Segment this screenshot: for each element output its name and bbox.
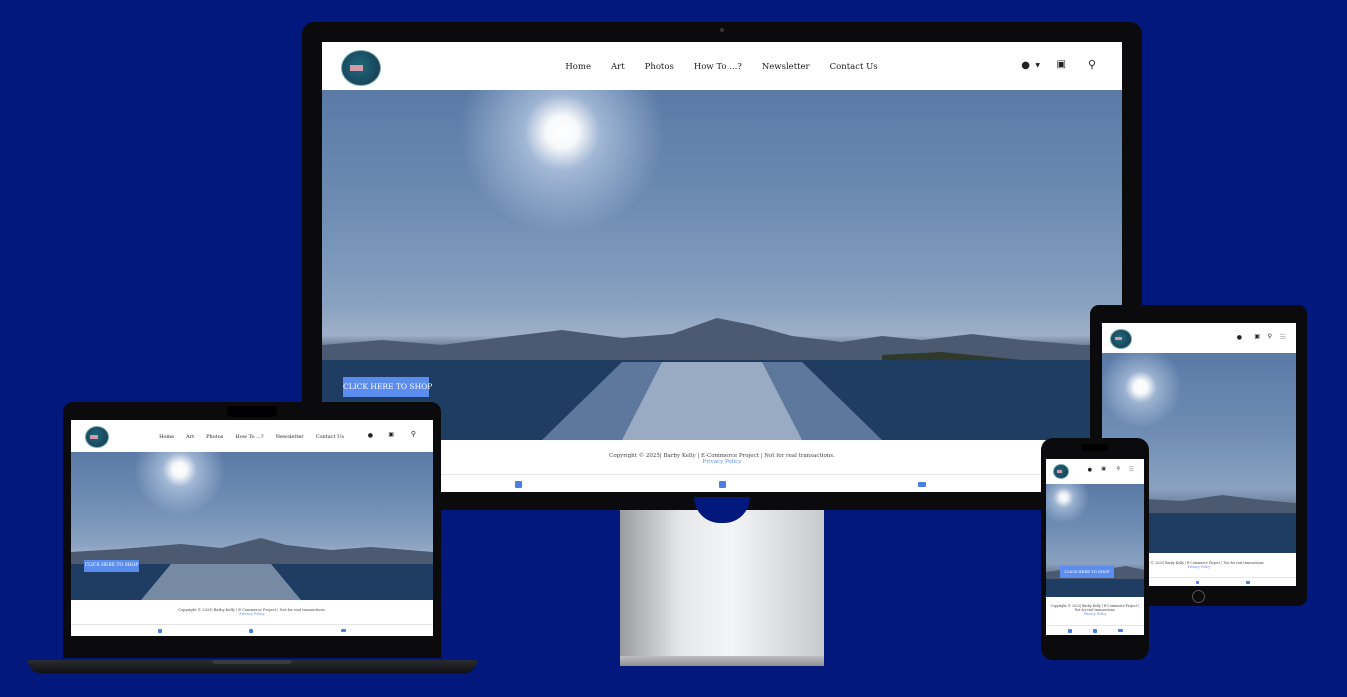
youtube-icon[interactable]	[918, 482, 926, 487]
phone-x-icon[interactable]	[1093, 629, 1097, 633]
phone-footer: Copyright © 2025| Barby Kelly | E-Commer…	[1046, 597, 1144, 625]
laptop-nav-art[interactable]: Art	[186, 434, 194, 440]
phone-navbar: ● ▣ ⚲ ☰	[1048, 460, 1142, 484]
laptop-screen: Home Art Photos How To ...? Newsletter C…	[71, 420, 433, 636]
tablet-menu-icon[interactable]: ☰	[1280, 333, 1286, 341]
facebook-icon[interactable]	[515, 481, 522, 488]
laptop-shop-button[interactable]: CLICK HERE TO SHOP	[84, 560, 139, 572]
nav-photos[interactable]: Photos	[645, 62, 674, 72]
tablet-home-button[interactable]	[1192, 590, 1205, 603]
monitor-base	[620, 656, 824, 666]
navbar: Home Art Photos How To ...? Newsletter C…	[327, 44, 1116, 90]
privacy-link[interactable]: Privacy Policy	[322, 459, 1122, 465]
phone-copyright: Copyright © 2025| Barby Kelly | E-Commer…	[1050, 604, 1140, 613]
camera	[720, 28, 724, 32]
tablet-user-icon[interactable]: ●	[1237, 334, 1242, 341]
laptop-user-icon[interactable]: ●	[368, 432, 373, 439]
x-icon[interactable]	[719, 481, 726, 488]
phone-menu-icon[interactable]: ☰	[1129, 466, 1134, 473]
tablet-navbar: ● ▣ ⚲ ☰	[1104, 325, 1294, 353]
social-row	[322, 474, 1122, 492]
laptop-nav-newsletter[interactable]: Newsletter	[276, 434, 304, 440]
phone-facebook-icon[interactable]	[1068, 629, 1072, 633]
phone-logo[interactable]	[1053, 464, 1069, 479]
phone: ● ▣ ⚲ ☰ CLICK HERE TO SHOP Copyright © 2…	[1041, 438, 1149, 660]
laptop-mountains	[71, 538, 433, 600]
user-icon[interactable]: ●	[1021, 60, 1030, 71]
caret-down-icon[interactable]: ▼	[1035, 62, 1040, 69]
nav-links: Home Art Photos How To ...? Newsletter C…	[327, 62, 1116, 72]
tablet-cart-icon[interactable]: ▣	[1254, 333, 1260, 340]
laptop-navbar: Home Art Photos How To ...? Newsletter C…	[75, 422, 428, 452]
laptop-logo[interactable]	[85, 426, 109, 448]
shop-button[interactable]: CLICK HERE TO SHOP	[343, 377, 432, 397]
laptop-privacy-link[interactable]: Privacy Policy	[71, 612, 433, 616]
nav-newsletter[interactable]: Newsletter	[762, 62, 810, 72]
monitor-stand	[620, 510, 824, 656]
phone-youtube-icon[interactable]	[1118, 629, 1123, 632]
phone-social-row	[1046, 625, 1144, 635]
laptop-nav-photos[interactable]: Photos	[206, 434, 223, 440]
laptop-nav-how-to[interactable]: How To ...?	[235, 434, 263, 440]
phone-hero: CLICK HERE TO SHOP	[1046, 484, 1144, 597]
laptop-x-icon[interactable]	[249, 629, 253, 633]
phone-screen: ● ▣ ⚲ ☰ CLICK HERE TO SHOP Copyright © 2…	[1046, 459, 1144, 635]
hero-image: CLICK HERE TO SHOP	[322, 90, 1122, 440]
phone-user-icon[interactable]: ●	[1088, 467, 1092, 473]
phone-mountains	[1046, 566, 1144, 597]
phone-search-icon[interactable]: ⚲	[1116, 466, 1120, 472]
laptop-nav-links: Home Art Photos How To ...? Newsletter C…	[75, 434, 428, 440]
site-logo[interactable]	[341, 50, 381, 86]
laptop-notch	[227, 406, 277, 417]
nav-how-to[interactable]: How To ...?	[694, 62, 742, 72]
cart-icon[interactable]: ▣	[1057, 59, 1066, 70]
tablet-youtube-icon[interactable]	[1246, 581, 1250, 584]
phone-shop-button[interactable]: CLICK HERE TO SHOP	[1060, 566, 1114, 578]
laptop-nav-home[interactable]: Home	[159, 434, 174, 440]
mountains	[322, 318, 1122, 440]
tablet-search-icon[interactable]: ⚲	[1268, 333, 1272, 340]
phone-cart-icon[interactable]: ▣	[1101, 466, 1106, 472]
nav-contact[interactable]: Contact Us	[830, 62, 878, 72]
nav-home[interactable]: Home	[565, 62, 591, 72]
laptop-hinge	[212, 660, 292, 664]
search-icon[interactable]: ⚲	[1088, 58, 1096, 71]
phone-privacy-link[interactable]: Privacy Policy	[1048, 612, 1142, 616]
laptop-social-row	[71, 624, 433, 636]
laptop-cart-icon[interactable]: ▣	[388, 431, 394, 438]
tablet-logo[interactable]	[1110, 329, 1132, 349]
laptop-hero: CLICK HERE TO SHOP	[71, 452, 433, 600]
laptop-facebook-icon[interactable]	[158, 629, 162, 633]
tablet-x-icon[interactable]	[1196, 581, 1199, 584]
nav-art[interactable]: Art	[611, 62, 625, 72]
phone-dynamic-island	[1081, 444, 1109, 451]
laptop-search-icon[interactable]: ⚲	[411, 430, 416, 438]
desktop-screen: Home Art Photos How To ...? Newsletter C…	[322, 42, 1122, 492]
laptop-youtube-icon[interactable]	[341, 629, 346, 632]
laptop-footer: Copyright © 2025| Barby Kelly | E-Commer…	[71, 600, 433, 624]
footer: Copyright © 2025| Barby Kelly | E-Commer…	[322, 440, 1122, 474]
laptop-nav-contact[interactable]: Contact Us	[316, 434, 344, 440]
laptop: Home Art Photos How To ...? Newsletter C…	[63, 402, 441, 658]
